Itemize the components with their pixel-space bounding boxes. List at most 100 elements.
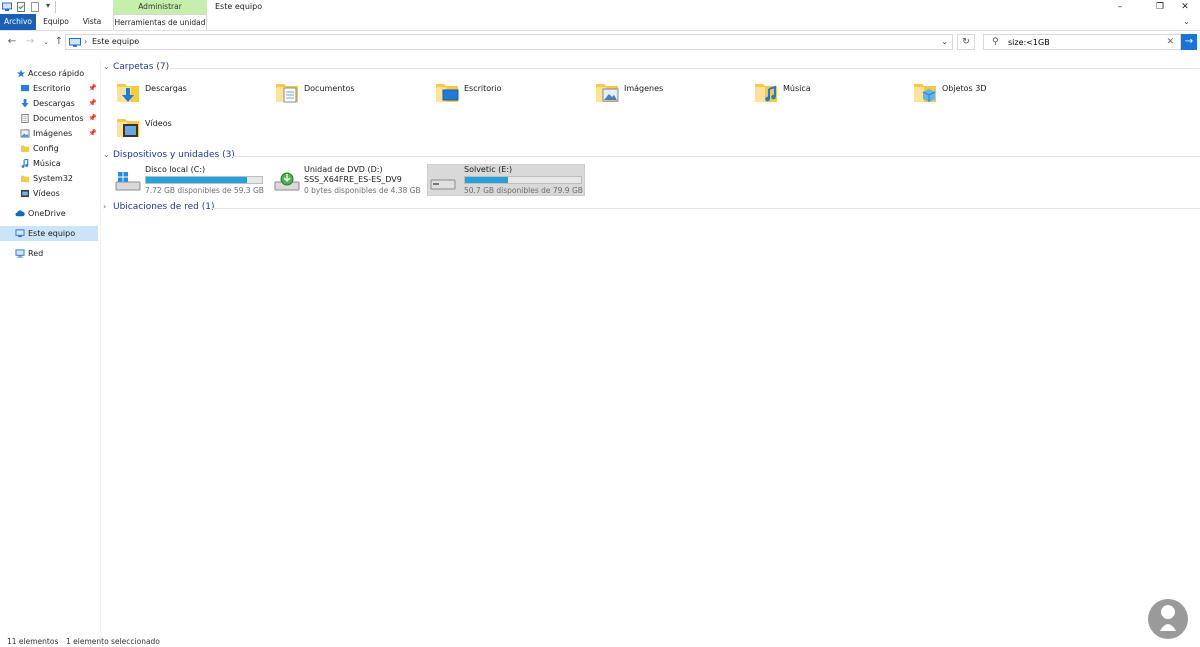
folder-documentos[interactable]: Documentos (275, 80, 425, 110)
group-divider (210, 208, 1200, 209)
computer-icon (15, 229, 25, 238)
music-note-icon (21, 159, 29, 168)
sidebar-item-system32[interactable]: System32 (0, 171, 98, 186)
folder-label: Vídeos (145, 119, 172, 128)
drive-usage-bar (145, 176, 263, 184)
window-title: Este equipo (215, 2, 263, 11)
drive-volume-label: SSS_X64FRE_ES-ES_DV9 (304, 175, 402, 184)
sidebar-item-musica[interactable]: Música (0, 156, 98, 171)
pin-icon: 📌 (88, 84, 97, 92)
picture-icon (20, 129, 30, 138)
sidebar-item-label: Config (33, 144, 59, 153)
sidebar-item-label: Documentos (33, 114, 84, 123)
address-bar[interactable]: › Este equipo › ⌄ (65, 34, 953, 50)
drive-space-text: 0 bytes disponibles de 4.38 GB (304, 186, 421, 195)
sidebar-item-imagenes[interactable]: Imágenes 📌 (0, 126, 98, 141)
sidebar-item-videos[interactable]: Vídeos (0, 186, 98, 201)
sidebar-item-label: Música (33, 159, 61, 168)
breadcrumb-separator-icon[interactable]: › (84, 35, 87, 49)
sidebar-item-config[interactable]: Config (0, 141, 98, 156)
desktop-icon (436, 84, 459, 102)
document-icon (21, 114, 29, 123)
forward-button[interactable]: → (24, 35, 36, 49)
up-button[interactable]: ↑ (53, 35, 65, 49)
close-button[interactable]: ✕ (1170, 0, 1200, 14)
document-icon (276, 84, 298, 103)
pane-divider[interactable] (100, 60, 101, 640)
folder-escritorio[interactable]: Escritorio (435, 80, 585, 110)
clear-search-icon[interactable]: ✕ (1166, 35, 1174, 49)
refresh-button[interactable]: ↻ (957, 34, 975, 50)
ribbon-tabs: Archivo Equipo Vista Herramientas de uni… (0, 14, 1200, 31)
sidebar-item-label: Imágenes (33, 129, 73, 138)
watermark-logo-icon (1148, 599, 1188, 639)
group-header-carpetas[interactable]: ⌄ Carpetas (7) (103, 61, 169, 73)
sidebar-item-label: Escritorio (33, 84, 71, 93)
drive-name: Disco local (C:) (145, 165, 206, 174)
star-icon (16, 69, 26, 78)
tab-vista[interactable]: Vista (76, 14, 108, 30)
drive-usage-fill (465, 177, 508, 183)
folder-imagenes[interactable]: Imágenes (595, 80, 745, 110)
group-divider (230, 156, 1200, 157)
group-title: Dispositivos y unidades (3) (113, 150, 235, 160)
folder-label: Descargas (145, 84, 187, 93)
expand-ribbon-icon[interactable]: ⌄ (1183, 17, 1190, 26)
sidebar-item-label: System32 (33, 174, 74, 183)
folder-musica[interactable]: Música (754, 80, 904, 110)
sidebar-item-red[interactable]: Red (0, 246, 98, 261)
video-icon (20, 189, 30, 198)
collapse-chevron-icon[interactable]: ⌄ (103, 61, 113, 73)
navigation-pane: Acceso rápido Escritorio 📌 Descargas 📌 D… (0, 62, 100, 622)
sidebar-item-documentos[interactable]: Documentos 📌 (0, 111, 98, 126)
group-header-ubicaciones-de-red[interactable]: › Ubicaciones de red (1) (103, 201, 214, 213)
tab-equipo[interactable]: Equipo (38, 14, 74, 30)
folder-videos[interactable]: Vídeos (116, 115, 266, 145)
folder-label: Escritorio (464, 84, 502, 93)
download-arrow-icon (21, 99, 29, 108)
sidebar-item-acceso-rapido[interactable]: Acceso rápido (0, 66, 98, 81)
drive-dvd-d[interactable]: Unidad de DVD (D:) SSS_X64FRE_ES-ES_DV9 … (272, 165, 430, 197)
sidebar-item-label: OneDrive (28, 209, 66, 218)
group-header-dispositivos[interactable]: ⌄ Dispositivos y unidades (3) (103, 149, 235, 161)
new-folder-icon[interactable] (30, 2, 40, 12)
recent-locations-button[interactable]: ⌄ (40, 35, 52, 49)
search-go-button[interactable]: → (1181, 34, 1197, 50)
tab-archivo[interactable]: Archivo (0, 14, 36, 30)
search-input[interactable] (1008, 36, 1158, 48)
explorer-app-icon[interactable] (2, 2, 12, 12)
pin-icon: 📌 (88, 114, 97, 122)
breadcrumb-separator-icon[interactable]: › (134, 35, 137, 49)
breadcrumb[interactable]: Este equipo (92, 35, 139, 49)
sidebar-item-descargas[interactable]: Descargas 📌 (0, 96, 98, 111)
drive-disco-local-c[interactable]: Disco local (C:) 7.72 GB disponibles de … (113, 165, 271, 197)
sidebar-item-escritorio[interactable]: Escritorio 📌 (0, 81, 98, 96)
sidebar-item-onedrive[interactable]: OneDrive (0, 206, 98, 221)
sidebar-item-label: Vídeos (33, 189, 60, 198)
properties-icon[interactable] (16, 2, 26, 12)
folder-label: Imágenes (624, 84, 664, 93)
cloud-icon (15, 210, 25, 217)
sidebar-item-label: Red (28, 249, 44, 258)
tab-herramientas-de-unidad[interactable]: Herramientas de unidad (113, 14, 207, 30)
folder-icon (20, 175, 30, 183)
video-icon (117, 119, 139, 137)
drive-usage-fill (146, 177, 247, 183)
minimize-button[interactable]: – (1105, 0, 1135, 14)
item-count: 11 elementos (7, 637, 59, 646)
drive-name: Unidad de DVD (D:) (304, 165, 383, 174)
customize-toolbar-icon[interactable]: ▾ (46, 1, 50, 10)
windows-drive-icon (115, 172, 141, 191)
collapse-chevron-icon[interactable]: ⌄ (103, 149, 113, 161)
expand-chevron-icon[interactable]: › (103, 201, 113, 213)
group-title: Ubicaciones de red (1) (113, 202, 215, 212)
drive-solvetic-e[interactable]: Solvetic (E:) 50.7 GB disponibles de 79.… (427, 164, 585, 196)
address-dropdown-icon[interactable]: ⌄ (941, 35, 948, 49)
folder-descargas[interactable]: Descargas (116, 80, 266, 110)
back-button[interactable]: ← (6, 35, 18, 49)
group-divider (170, 68, 1200, 69)
folder-objetos-3d[interactable]: Objetos 3D (913, 80, 1063, 110)
folder-label: Música (783, 84, 811, 93)
sidebar-item-este-equipo[interactable]: Este equipo (0, 226, 98, 241)
search-box[interactable]: ⚲ ✕ (983, 34, 1181, 50)
